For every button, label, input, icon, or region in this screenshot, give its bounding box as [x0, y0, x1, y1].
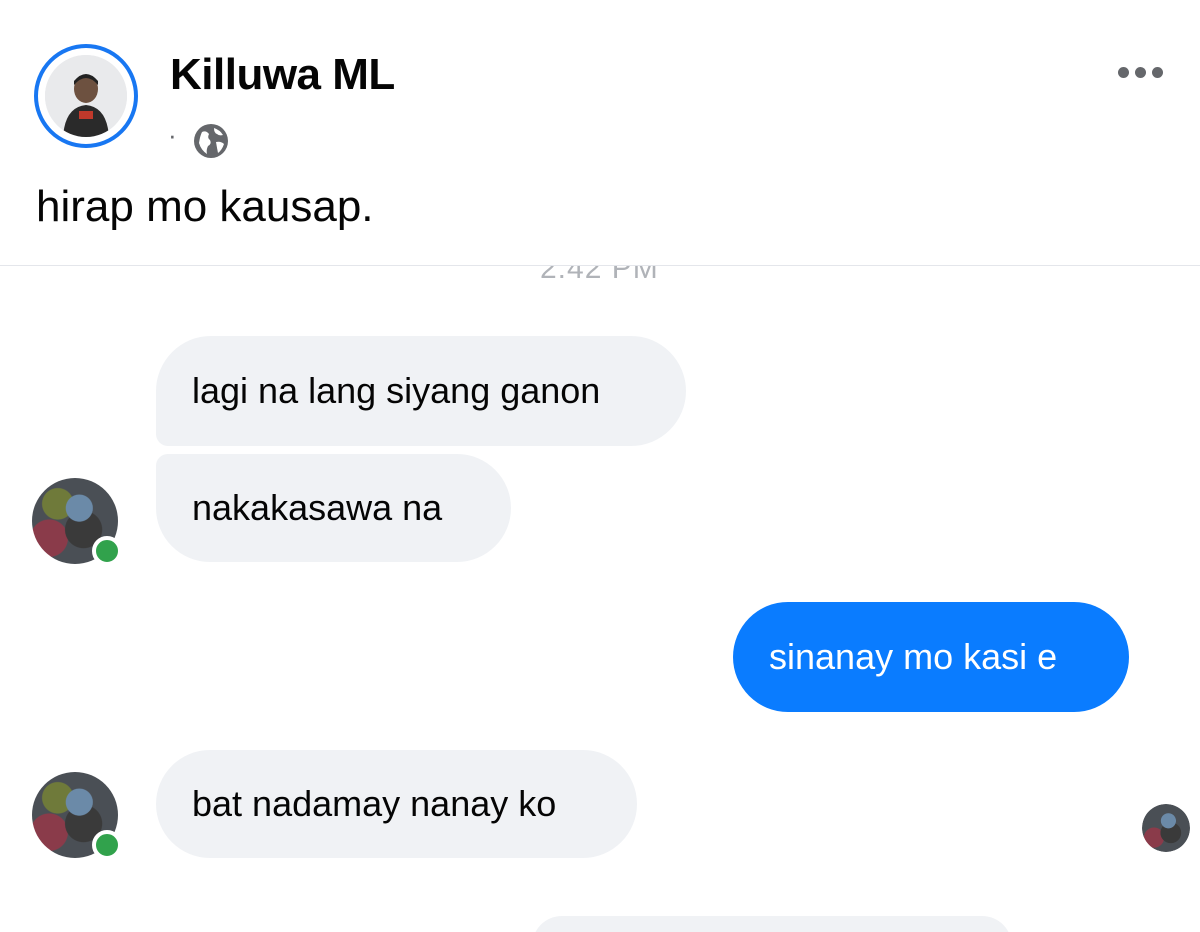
globe-icon[interactable] — [192, 122, 230, 160]
online-status-icon — [92, 830, 122, 860]
message-bubble: bat nadamay nanay ko — [156, 750, 637, 858]
chat-timestamp: 2:42 PM — [540, 266, 659, 285]
author-avatar[interactable] — [34, 44, 138, 148]
online-status-icon — [92, 536, 122, 566]
message-bubble: lagi na lang siyang ganon — [156, 336, 686, 446]
post-caption: hirap mo kausap. — [36, 182, 374, 231]
post-header: Killuwa ML · hirap mo kausap. — [0, 0, 1200, 265]
message-bubble: nakakasawa na — [156, 454, 511, 562]
author-avatar-image — [45, 55, 127, 137]
meta-separator: · — [168, 120, 177, 150]
read-receipt-avatar — [1142, 804, 1190, 852]
chat-screenshot: 2:42 PM lagi na lang siyang ganon nakaka… — [0, 266, 1200, 932]
message-bubble-outgoing: sinanay mo kasi e — [733, 602, 1129, 712]
author-name[interactable]: Killuwa ML — [170, 50, 395, 100]
contact-avatar — [32, 478, 122, 566]
contact-avatar — [32, 772, 122, 860]
message-bubble-partial — [532, 916, 1012, 932]
more-options-icon[interactable] — [1110, 58, 1170, 86]
